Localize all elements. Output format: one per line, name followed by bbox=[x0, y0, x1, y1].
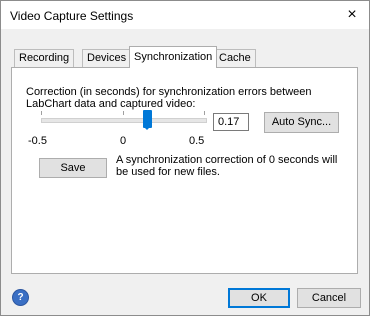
save-button[interactable]: Save bbox=[39, 158, 107, 178]
tab-synchronization[interactable]: Synchronization bbox=[129, 46, 218, 68]
auto-sync-button[interactable]: Auto Sync... bbox=[264, 112, 339, 133]
close-button[interactable]: × bbox=[335, 1, 369, 29]
sync-slider[interactable] bbox=[41, 110, 207, 130]
slider-track bbox=[41, 118, 207, 123]
sync-value-field[interactable]: 0.17 bbox=[213, 113, 249, 131]
scale-max-label: 0.5 bbox=[189, 135, 205, 147]
slider-tick bbox=[123, 111, 124, 115]
slider-tick bbox=[204, 111, 205, 115]
ok-button[interactable]: OK bbox=[228, 288, 290, 308]
slider-ticks bbox=[41, 111, 205, 117]
save-note: A synchronization correction of 0 second… bbox=[116, 154, 338, 178]
help-icon[interactable]: ? bbox=[13, 290, 28, 305]
sync-description: Correction (in seconds) for synchronizat… bbox=[26, 86, 312, 110]
title-bar: Video Capture Settings × bbox=[1, 1, 369, 29]
slider-thumb-tip bbox=[143, 126, 151, 130]
scale-mid-label: 0 bbox=[120, 135, 127, 147]
cancel-button[interactable]: Cancel bbox=[297, 288, 361, 308]
tab-cache[interactable]: Cache bbox=[214, 49, 256, 67]
scale-min-label: -0.5 bbox=[28, 135, 47, 147]
tab-devices[interactable]: Devices bbox=[82, 49, 132, 67]
slider-tick bbox=[41, 111, 42, 115]
window-title: Video Capture Settings bbox=[10, 9, 134, 23]
tab-recording[interactable]: Recording bbox=[14, 49, 75, 67]
